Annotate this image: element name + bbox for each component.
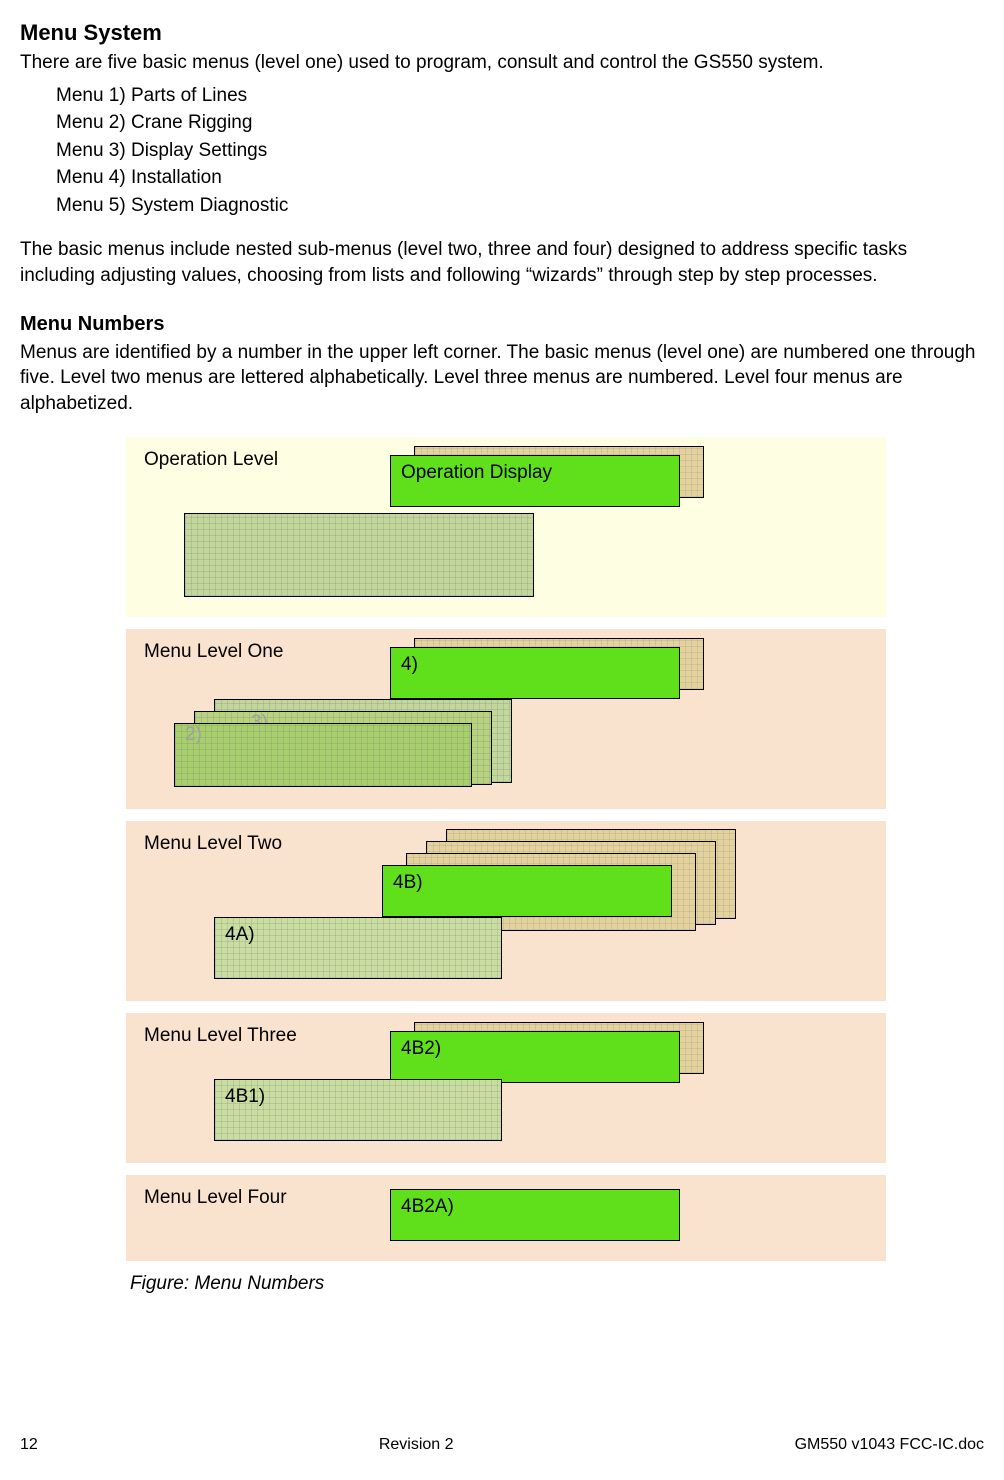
panel-title: Menu Level Three (144, 1025, 297, 1046)
submenu-paragraph: The basic menus include nested sub-menus… (20, 237, 984, 288)
intro-paragraph: There are five basic menus (level one) u… (20, 50, 984, 76)
panel-title: Menu Level One (144, 641, 283, 662)
menu-item: Menu 1) Parts of Lines (56, 82, 984, 110)
menu-numbers-paragraph: Menus are identified by a number in the … (20, 340, 984, 417)
l3-box-4b2: 4B2) (390, 1031, 680, 1083)
menu-item: Menu 5) System Diagnostic (56, 192, 984, 220)
footer-revision: Revision 2 (379, 1436, 454, 1454)
l1-box-2: 2) (174, 723, 472, 787)
operation-display-box: Operation Display (390, 455, 680, 507)
l2-box-4b: 4B) (382, 865, 672, 917)
footer-doc-name: GM550 v1043 FCC-IC.doc (795, 1436, 984, 1454)
menu-item: Menu 3) Display Settings (56, 137, 984, 165)
l3-box-4b1: 4B1) (214, 1079, 502, 1141)
menu-item: Menu 2) Crane Rigging (56, 109, 984, 137)
menu-item: Menu 4) Installation (56, 164, 984, 192)
footer-page-number: 12 (20, 1436, 38, 1454)
heading-menu-system: Menu System (20, 20, 984, 46)
page-footer: 12 Revision 2 GM550 v1043 FCC-IC.doc (0, 1436, 1004, 1454)
l1-box-4: 4) (390, 647, 680, 699)
display-mesh-below (184, 513, 534, 597)
l2-box-4a: 4A) (214, 917, 502, 979)
menu-list: Menu 1) Parts of Lines Menu 2) Crane Rig… (56, 82, 984, 220)
panel-operation-level: Operation Level Operation Display (126, 437, 886, 617)
panel-title: Menu Level Two (144, 833, 282, 854)
panel-menu-level-four: Menu Level Four 4B2A) (126, 1175, 886, 1261)
l1-label-2: 2) (185, 724, 202, 746)
panel-title: Menu Level Four (144, 1187, 287, 1208)
panel-menu-level-three: Menu Level Three 4B2) 4B1) (126, 1013, 886, 1163)
panel-menu-level-one: Menu Level One 4) 3) 2) (126, 629, 886, 809)
heading-menu-numbers: Menu Numbers (20, 313, 984, 336)
figure-caption: Figure: Menu Numbers (130, 1273, 886, 1295)
l4-box-4b2a: 4B2A) (390, 1189, 680, 1241)
panel-menu-level-two: Menu Level Two 4B) 4A) (126, 821, 886, 1001)
figure-menu-numbers: Operation Level Operation Display Menu L… (126, 437, 886, 1295)
panel-title: Operation Level (144, 449, 278, 470)
